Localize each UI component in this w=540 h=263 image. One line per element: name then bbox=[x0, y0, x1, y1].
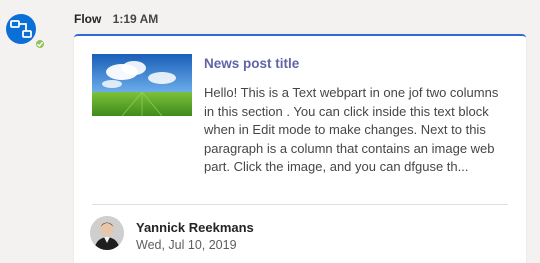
flow-bot-avatar[interactable] bbox=[6, 14, 36, 44]
landscape-image bbox=[92, 54, 192, 116]
author-avatar[interactable] bbox=[90, 216, 124, 250]
presence-badge bbox=[34, 38, 46, 50]
news-body-text: Hello! This is a Text webpart in one jof… bbox=[204, 85, 499, 174]
divider bbox=[92, 204, 508, 205]
sender-name: Flow bbox=[74, 12, 102, 26]
message-header: Flow 1:19 AM bbox=[74, 12, 158, 26]
check-icon bbox=[37, 41, 44, 48]
message-time: 1:19 AM bbox=[112, 12, 159, 26]
person-photo bbox=[90, 216, 124, 250]
post-date: Wed, Jul 10, 2019 bbox=[136, 238, 237, 252]
news-title-link[interactable]: News post title bbox=[204, 56, 299, 71]
news-card[interactable]: News post title Hello! This is a Text we… bbox=[74, 34, 526, 263]
news-thumbnail[interactable] bbox=[92, 54, 192, 116]
author-name: Yannick Reekmans bbox=[136, 220, 254, 235]
flow-icon bbox=[10, 20, 32, 38]
